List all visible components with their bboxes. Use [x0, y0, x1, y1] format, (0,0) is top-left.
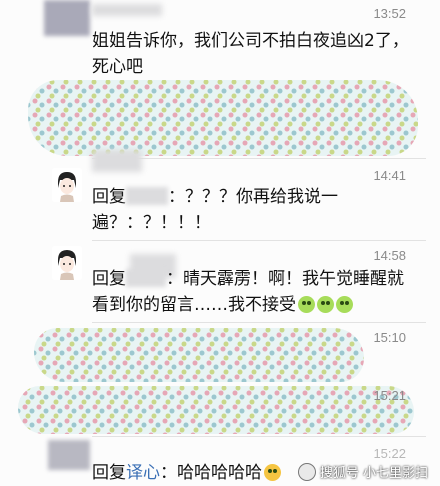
username-redacted [92, 150, 142, 172]
avatar[interactable] [52, 168, 82, 202]
reply-prefix: 回复 [92, 269, 126, 289]
message-line: 看到你的留言……我不接受 [92, 295, 296, 315]
redacted-block [18, 386, 414, 434]
message-divider [92, 436, 426, 437]
message-line: ：？？？你再给我说一 [168, 187, 338, 207]
message-text: 姐姐告诉你，我们公司不拍白夜追凶2了， 死心吧 [92, 28, 409, 80]
reply-name-redacted [126, 269, 166, 287]
watermark: 搜狐号 小七里影扫 [297, 462, 428, 481]
message-line: ：哈哈哈哈哈 [160, 463, 262, 483]
reply-name[interactable]: 译心 [126, 463, 160, 483]
reply-prefix: 回复 [92, 187, 126, 207]
avatar-cartoon-icon [52, 246, 82, 280]
message-time: 13:52 [373, 6, 406, 21]
message-line: ：晴天霹雳！啊！我午觉睡醒就 [166, 269, 404, 289]
avatar-redacted [48, 440, 90, 470]
avatar[interactable] [52, 246, 82, 280]
grinning-face-icon [264, 464, 281, 481]
username-redacted [92, 4, 162, 16]
message-divider [92, 240, 426, 241]
message-divider [92, 322, 426, 323]
message-line: 遍？：？！！！ [92, 213, 211, 233]
reply-prefix: 回复 [92, 463, 126, 483]
message-text: 回复译心：哈哈哈哈哈 [92, 460, 281, 486]
message-time: 14:58 [373, 248, 406, 263]
message-time: 15:21 [373, 388, 406, 403]
nauseated-face-icon [317, 296, 334, 313]
message-text: 回复 ：？？？你再给我说一 遍？：？！！！ [92, 184, 338, 236]
avatar-redacted [44, 0, 90, 36]
redacted-block [34, 328, 364, 382]
nauseated-face-icon [298, 296, 315, 313]
redacted-block [28, 80, 418, 156]
message-line: 姐姐告诉你，我们公司不拍白夜追凶2了， [92, 31, 409, 51]
message-text: 回复 ：晴天霹雳！啊！我午觉睡醒就 看到你的留言……我不接受 [92, 266, 404, 318]
message-divider [92, 158, 426, 159]
watermark-text: 搜狐号 小七里影扫 [319, 466, 428, 481]
message-time: 14:41 [373, 168, 406, 183]
sohu-logo-icon [297, 462, 316, 481]
reply-name-redacted [126, 187, 168, 205]
nauseated-face-icon [336, 296, 353, 313]
avatar-cartoon-icon [52, 168, 82, 202]
message-time: 15:22 [373, 446, 406, 461]
message-time: 15:10 [373, 330, 406, 345]
message-line: 死心吧 [92, 57, 143, 77]
